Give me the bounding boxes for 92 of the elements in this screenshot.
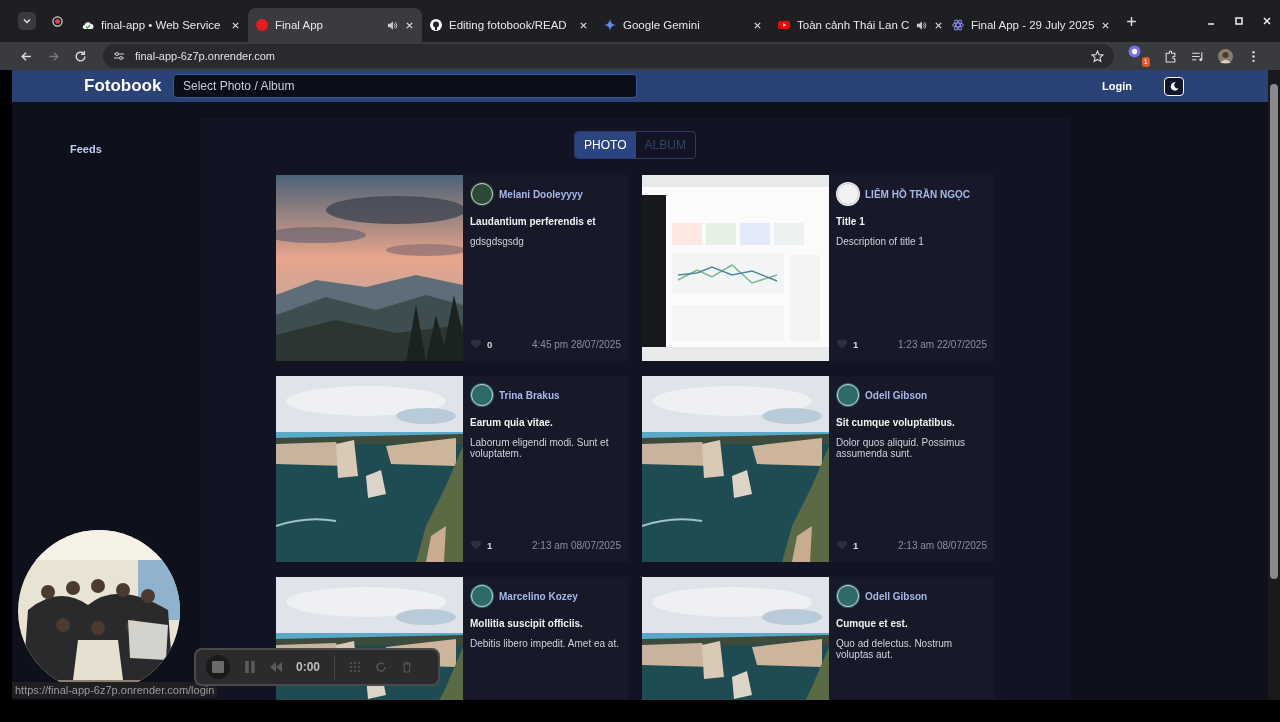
tab-title: final-app • Web Service — [101, 19, 222, 31]
extension-button[interactable]: 1 — [1128, 45, 1150, 67]
post-title: Earum quia vitae. — [470, 417, 554, 428]
puzzle-icon[interactable] — [1164, 49, 1177, 63]
like-count: 1 — [487, 539, 493, 551]
close-icon[interactable] — [934, 20, 944, 30]
browser-tab[interactable]: Editing fotobook/READ — [422, 8, 596, 42]
tab-title: Toàn cảnh Thái Lan C — [797, 19, 910, 31]
browser-tab[interactable]: Toàn cảnh Thái Lan C — [770, 8, 944, 42]
browser-tab[interactable]: Final App - 29 July 2025 — [944, 8, 1118, 42]
avatar — [836, 383, 860, 407]
close-icon[interactable] — [753, 20, 762, 30]
youtube-icon — [778, 19, 790, 31]
avatar — [470, 383, 494, 407]
maximize-icon[interactable] — [1234, 16, 1244, 26]
tab-title: Final App - 29 July 2025 — [971, 19, 1095, 31]
media-icon[interactable] — [1191, 49, 1204, 63]
recording-time: 0:00 — [296, 660, 321, 674]
chevron-down-icon — [22, 16, 32, 26]
address-bar[interactable]: final-app-6z7p.onrender.com — [103, 44, 1114, 68]
scrollbar-thumb[interactable] — [1270, 84, 1278, 579]
post-time: 4:45 pm 28/07/2025 — [532, 338, 621, 350]
author-name[interactable]: Odell Gibson — [865, 389, 928, 401]
notification-badge: 1 — [1141, 57, 1150, 67]
sparkle-icon — [604, 19, 616, 31]
stop-icon — [212, 661, 224, 673]
post-card[interactable]: Trina Brakus Earum quia vitae. Laborum eligendi modi. Sunt et voluptatem. 1 2:13 am 08/07/2025 — [276, 376, 628, 562]
avatar — [470, 182, 494, 206]
new-tab-icon[interactable] — [1126, 15, 1137, 27]
like-count: 1 — [853, 539, 859, 551]
tab-title: Google Gemini — [623, 19, 701, 31]
post-title: Laudantium perferendis et — [470, 216, 597, 227]
close-icon[interactable] — [579, 20, 588, 30]
tab-search-button[interactable] — [18, 12, 36, 30]
post-description: Debitis libero impedit. Amet ea at. — [470, 638, 620, 649]
post-title: Cumque et est. — [836, 618, 909, 629]
post-card[interactable]: LIÊM HỒ TRẦN NGỌC Title 1 Description of title 1 1 1:23 am 22/07/2025 — [642, 175, 994, 361]
forward-icon[interactable] — [47, 49, 60, 63]
moon-icon — [1168, 80, 1180, 92]
post-title: Sit cumque voluptatibus. — [836, 417, 956, 428]
close-icon[interactable] — [405, 20, 414, 30]
like-count: 1 — [853, 338, 859, 350]
avatar — [836, 182, 860, 206]
browser-tab[interactable]: final-app • Web Service — [74, 8, 248, 42]
close-icon[interactable] — [231, 20, 240, 30]
post-card[interactable]: Melani Dooleyyyy Laudantium perferendis et gdsgdsgsdg 0 4:45 pm 28/07/2025 — [276, 175, 628, 361]
post-description: gdsgdsgsdg — [470, 236, 525, 247]
author-name[interactable]: Odell Gibson — [865, 590, 928, 602]
restart-icon[interactable] — [375, 661, 388, 673]
stop-button[interactable] — [206, 655, 230, 679]
post-time: 2:13 am 08/07/2025 — [898, 539, 987, 551]
atom-icon — [952, 19, 964, 31]
post-time: 2:13 am 08/07/2025 — [532, 539, 621, 551]
post-title: Mollitia suscipit officiis. — [470, 618, 584, 629]
post-description: Laborum eligendi modi. Sunt et voluptatem. — [470, 437, 610, 459]
github-icon — [430, 19, 442, 31]
search-field[interactable]: Select Photo / Album — [173, 74, 637, 98]
status-url: https://final-app-6z7p.onrender.com/login — [12, 682, 218, 698]
avatar — [836, 584, 860, 608]
back-icon[interactable] — [20, 49, 33, 63]
dot-icon — [256, 19, 268, 31]
post-description: Description of title 1 — [836, 236, 925, 247]
record-icon — [51, 15, 63, 27]
post-card[interactable]: Odell Gibson Sit cumque voluptatibus. Dolor quos aliquid. Possimus assumenda sunt. 1 2:13 am 08/07/2025 — [642, 376, 994, 562]
post-time: 1:23 am 22/07/2025 — [898, 338, 987, 350]
close-icon[interactable] — [1262, 16, 1272, 26]
sidebar-item[interactable]: Feeds — [70, 143, 102, 155]
view-toggle-tab[interactable]: PHOTO — [575, 132, 636, 158]
tab-title: Final App — [275, 19, 324, 31]
browser-tab[interactable]: Google Gemini — [596, 8, 770, 42]
post-title: Title 1 — [836, 216, 866, 227]
avatar — [470, 584, 494, 608]
post-card[interactable]: Odell Gibson Cumque et est. Quo ad delectus. Nostrum voluptas aut. — [642, 577, 994, 700]
reload-icon[interactable] — [74, 49, 87, 63]
author-name[interactable]: LIÊM HỒ TRẦN NGỌC — [865, 188, 970, 200]
avatar[interactable] — [1218, 48, 1233, 64]
theme-toggle-button[interactable] — [1164, 76, 1184, 96]
url-text: final-app-6z7p.onrender.com — [135, 50, 277, 62]
author-name[interactable]: Trina Brakus — [499, 389, 560, 401]
login-link[interactable]: Login — [1102, 80, 1132, 92]
post-description: Dolor quos aliquid. Possimus assumenda sunt. — [836, 437, 966, 459]
browser-tab[interactable]: Final App — [248, 8, 422, 42]
author-name[interactable]: Melani Dooleyyyy — [499, 188, 583, 200]
cloud-check-icon — [82, 19, 94, 31]
like-count: 0 — [487, 338, 493, 350]
close-icon[interactable] — [1101, 20, 1111, 30]
tab-title: Editing fotobook/READ — [449, 19, 568, 31]
site-settings-icon[interactable] — [113, 50, 125, 62]
star-icon[interactable] — [1091, 49, 1104, 63]
post-description: Quo ad delectus. Nostrum voluptas aut. — [836, 638, 954, 660]
author-name[interactable]: Marcelino Kozey — [499, 590, 578, 602]
brand-logo[interactable]: Fotobook — [84, 76, 173, 96]
